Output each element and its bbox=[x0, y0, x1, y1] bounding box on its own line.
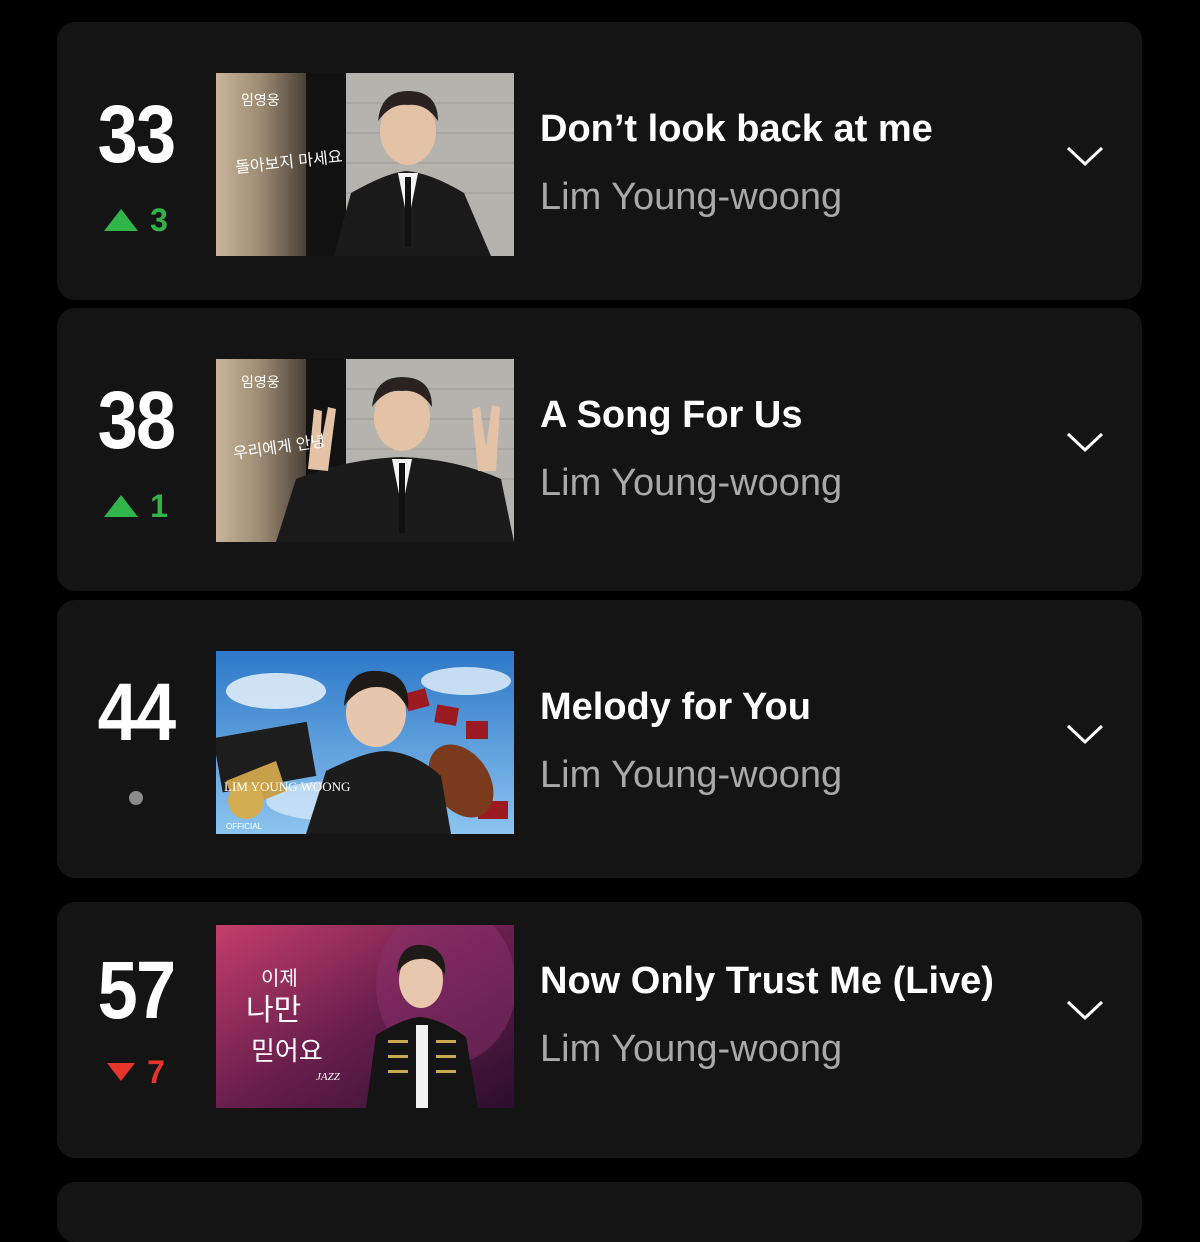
rank-change-value: 3 bbox=[150, 201, 168, 238]
artist-name[interactable]: Lim Young-woong bbox=[540, 754, 842, 797]
no-change-dot-icon bbox=[129, 791, 143, 805]
video-thumbnail[interactable]: LIM YOUNG WOONG OFFICIAL bbox=[216, 651, 514, 834]
svg-text:믿어요: 믿어요 bbox=[251, 1037, 323, 1066]
video-thumbnail[interactable]: 임영웅 우리에게 안녕 bbox=[216, 359, 514, 542]
artist-name[interactable]: Lim Young-woong bbox=[540, 176, 842, 219]
rank-up-icon bbox=[104, 495, 139, 517]
song-title[interactable]: Don’t look back at me bbox=[540, 108, 933, 151]
rank-change bbox=[57, 778, 215, 818]
chevron-down-icon[interactable] bbox=[1065, 144, 1105, 168]
rank-number: 38 bbox=[97, 375, 177, 466]
chart-entry-card[interactable]: 57 7 이제 나만 믿어요 JAZZ Now Only Trust Me (L… bbox=[57, 902, 1142, 1158]
rank-down-icon bbox=[107, 1063, 136, 1081]
chart-entry-card[interactable]: 38 1 임영웅 우리에게 안녕 A Song For Us Lim Young… bbox=[57, 308, 1142, 591]
chart-entry-card[interactable]: 33 3 임영웅 돌아보지 마세요 Don’t look back at me … bbox=[57, 22, 1142, 300]
song-title[interactable]: A Song For Us bbox=[540, 394, 802, 437]
artist-name[interactable]: Lim Young-woong bbox=[540, 462, 842, 505]
svg-text:OFFICIAL: OFFICIAL bbox=[226, 822, 263, 831]
rank-number: 57 bbox=[97, 945, 177, 1036]
svg-text:임영웅: 임영웅 bbox=[241, 374, 280, 390]
chevron-down-icon[interactable] bbox=[1065, 430, 1105, 454]
rank-number: 33 bbox=[97, 89, 177, 180]
svg-text:나만: 나만 bbox=[246, 994, 301, 1027]
chevron-down-icon[interactable] bbox=[1065, 998, 1105, 1022]
video-thumbnail[interactable]: 이제 나만 믿어요 JAZZ bbox=[216, 925, 514, 1108]
rank-change: 3 bbox=[57, 200, 215, 240]
video-thumbnail[interactable]: 임영웅 돌아보지 마세요 bbox=[216, 73, 514, 256]
rank-up-icon bbox=[104, 209, 139, 231]
chart-entry-card[interactable]: 44 LIM YOUNG WOONG OFFICIAL Melody for Y… bbox=[57, 600, 1142, 878]
svg-text:LIM YOUNG WOONG: LIM YOUNG WOONG bbox=[224, 779, 350, 794]
svg-text:임영웅: 임영웅 bbox=[241, 92, 280, 108]
song-title[interactable]: Melody for You bbox=[540, 686, 811, 729]
rank-change-value: 7 bbox=[147, 1053, 165, 1090]
svg-text:이제: 이제 bbox=[261, 967, 298, 990]
rank-change-value: 1 bbox=[150, 487, 168, 524]
rank-change: 7 bbox=[57, 1052, 215, 1092]
chevron-down-icon[interactable] bbox=[1065, 722, 1105, 746]
rank-number: 44 bbox=[97, 667, 177, 758]
artist-name[interactable]: Lim Young-woong bbox=[540, 1028, 842, 1071]
svg-text:JAZZ: JAZZ bbox=[316, 1071, 341, 1083]
song-title[interactable]: Now Only Trust Me (Live) bbox=[540, 960, 994, 1003]
rank-change: 1 bbox=[57, 486, 215, 526]
chart-entry-card-partial[interactable] bbox=[57, 1182, 1142, 1242]
